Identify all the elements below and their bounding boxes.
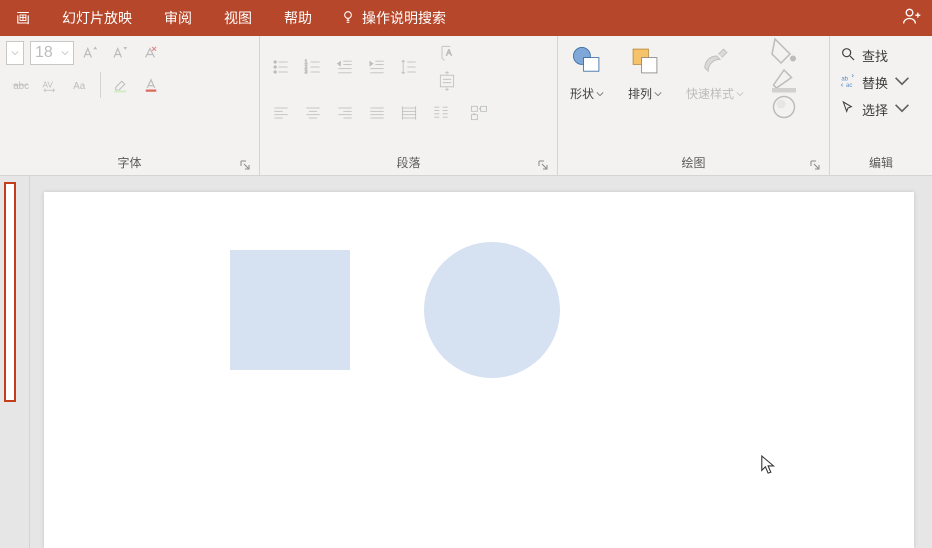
share-button[interactable] <box>902 6 922 29</box>
chevron-down-icon <box>894 73 910 92</box>
lightbulb-icon <box>340 9 356 28</box>
decrease-font-button[interactable] <box>106 40 134 66</box>
group-font: 18 abc AV Aa <box>0 36 260 175</box>
replace-icon: abac <box>840 73 856 92</box>
chevron-down-icon <box>596 87 604 101</box>
justify-button[interactable] <box>362 100 392 126</box>
tab-slideshow[interactable]: 幻灯片放映 <box>46 0 148 36</box>
change-case-button[interactable]: Aa <box>66 72 94 98</box>
group-label-paragraph: 段落 <box>266 150 551 175</box>
svg-text:A: A <box>446 48 452 58</box>
select-button[interactable]: 选择 <box>836 98 926 121</box>
menu-bar: 画 幻灯片放映 审阅 视图 帮助 操作说明搜索 <box>0 0 932 36</box>
slide-thumbnail[interactable] <box>4 182 16 402</box>
ribbon: 18 abc AV Aa <box>0 36 932 176</box>
strikethrough-button[interactable]: abc <box>6 72 34 98</box>
clear-formatting-button[interactable] <box>136 40 164 66</box>
shape-outline-button[interactable] <box>766 68 802 90</box>
shape-rectangle[interactable] <box>230 250 350 370</box>
numbering-button[interactable]: 123 <box>298 54 328 80</box>
increase-font-button[interactable] <box>76 40 104 66</box>
svg-text:abc: abc <box>13 81 29 92</box>
font-color-button[interactable] <box>137 72 165 98</box>
mouse-cursor-icon <box>760 454 778 481</box>
dialog-launcher-icon[interactable] <box>809 159 821 171</box>
replace-label: 替换 <box>862 73 888 92</box>
shape-effects-button[interactable] <box>766 96 802 118</box>
align-text-button[interactable] <box>430 68 464 94</box>
font-name-combo[interactable] <box>6 41 24 65</box>
group-editing: 查找 abac 替换 选择 编辑 <box>830 36 932 175</box>
group-label-editing: 编辑 <box>836 150 926 175</box>
chevron-down-icon <box>654 87 662 101</box>
select-label: 选择 <box>862 100 888 119</box>
group-label-drawing: 绘图 <box>564 150 823 175</box>
character-spacing-button[interactable]: AV <box>36 72 64 98</box>
chevron-down-icon <box>736 87 744 101</box>
replace-button[interactable]: abac 替换 <box>836 71 926 94</box>
slide-canvas-area[interactable] <box>30 176 932 548</box>
group-drawing: 形状 排列 快速样式 绘图 <box>558 36 830 175</box>
chevron-down-icon <box>11 44 19 62</box>
font-size-value: 18 <box>35 44 53 62</box>
group-paragraph: 123 A 段落 <box>260 36 558 175</box>
svg-text:ab: ab <box>841 76 848 82</box>
search-icon <box>840 46 856 65</box>
find-label: 查找 <box>862 46 888 65</box>
tab-animation[interactable]: 画 <box>0 0 46 36</box>
align-left-button[interactable] <box>266 100 296 126</box>
shape-circle[interactable] <box>424 242 560 378</box>
separator <box>100 72 101 98</box>
shapes-icon <box>570 44 604 81</box>
align-center-button[interactable] <box>298 100 328 126</box>
text-direction-button[interactable]: A <box>430 40 464 66</box>
increase-indent-button[interactable] <box>362 54 392 80</box>
distributed-button[interactable] <box>394 100 424 126</box>
chevron-down-icon <box>894 100 910 119</box>
tell-me-label: 操作说明搜索 <box>362 8 446 28</box>
columns-button[interactable] <box>426 100 456 126</box>
shape-fill-button[interactable] <box>766 40 802 62</box>
tab-help[interactable]: 帮助 <box>268 0 328 36</box>
chevron-down-icon <box>61 44 69 62</box>
svg-text:3: 3 <box>305 70 308 76</box>
tell-me-search[interactable]: 操作说明搜索 <box>328 8 458 28</box>
font-size-combo[interactable]: 18 <box>30 41 74 65</box>
dialog-launcher-icon[interactable] <box>239 159 251 171</box>
shapes-button[interactable]: 形状 <box>564 40 610 106</box>
dialog-launcher-icon[interactable] <box>537 159 549 171</box>
find-button[interactable]: 查找 <box>836 44 926 67</box>
quick-styles-icon <box>698 44 732 81</box>
arrange-button[interactable]: 排列 <box>622 40 668 106</box>
workspace <box>0 176 932 548</box>
svg-text:AV: AV <box>43 80 54 89</box>
slide-thumbnail-panel[interactable] <box>0 176 30 548</box>
tab-view[interactable]: 视图 <box>208 0 268 36</box>
slide[interactable] <box>44 192 914 548</box>
cursor-icon <box>840 100 856 119</box>
quick-styles-button[interactable]: 快速样式 <box>680 40 750 106</box>
decrease-indent-button[interactable] <box>330 54 360 80</box>
highlight-button[interactable] <box>107 72 135 98</box>
svg-text:Aa: Aa <box>73 81 86 92</box>
tab-review[interactable]: 审阅 <box>148 0 208 36</box>
svg-text:ac: ac <box>846 83 852 89</box>
bullets-button[interactable] <box>266 54 296 80</box>
smartart-button[interactable] <box>462 100 496 126</box>
align-right-button[interactable] <box>330 100 360 126</box>
group-label-font: 字体 <box>6 150 253 175</box>
arrange-icon <box>628 44 662 81</box>
line-spacing-button[interactable] <box>394 54 424 80</box>
